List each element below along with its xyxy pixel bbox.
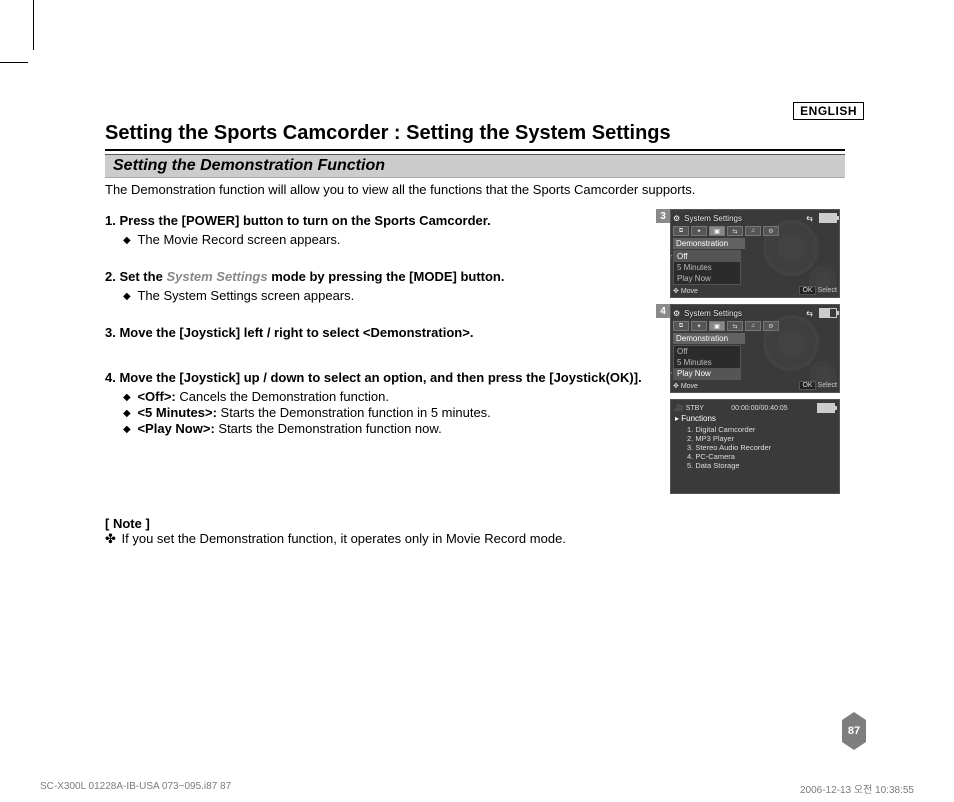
step-4-head: Move the [Joystick] up / down to select … [119,370,641,385]
step-2-head: Set the System Settings mode by pressing… [119,269,504,284]
opt-5min-label: <5 Minutes>: [137,405,216,420]
figures-column: 3 ⚙ System Settings ⇆ ⧉ ✦ ▣ ⇆ ♫ [670,209,845,500]
screen-title-3: System Settings [684,214,802,223]
move-hint-4: ✥ Move [673,382,698,390]
figure-3-number: 3 [656,209,670,223]
step-1-head: Press the [POWER] button to turn on the … [119,213,490,228]
opt-off-label: <Off>: [137,389,175,404]
lcd-screen-4: ⚙ System Settings ⇆ ⧉ ✦ ▣ ⇆ ♫ ⚙ Demonstr… [670,304,840,393]
step-1: Press the [POWER] button to turn on the … [105,213,665,247]
tab-icon: ⧉ [673,321,689,331]
crop-mark-vertical [33,0,34,50]
note-body: If you set the Demonstration function, i… [105,531,665,547]
demo-item: 5. Data Storage [687,461,837,470]
usb-icon: ⇆ [806,214,813,223]
stby-label: STBY [686,405,704,412]
page-title: Setting the Sports Camcorder : Setting t… [105,122,845,151]
tab-icon: ▣ [709,226,725,236]
gear-icon: ⚙ [673,214,680,223]
battery-icon [819,308,837,318]
lcd-screen-demo: 🎥 STBY 00:00:00/00:40:05 ▸ Functions 1. … [670,399,840,494]
demo-item: 2. MP3 Player [687,434,837,443]
step-2-em: System Settings [166,269,267,284]
footer-right: 2006-12-13 오전 10:38:55 [800,781,914,796]
battery-icon [819,213,837,223]
menu-item-playnow: Play Now [674,368,740,379]
step-3: Move the [Joystick] left / right to sele… [105,325,665,340]
gear-icon: ⚙ [673,309,680,318]
demo-item: 4. PC-Camera [687,452,837,461]
crop-mark-horizontal [0,62,28,63]
opt-off-desc: Cancels the Demonstration function. [176,389,389,404]
step-2-pre: Set the [119,269,166,284]
subsection-title: Setting the Demonstration Function [105,154,845,178]
menu-3: Off 5 Minutes Play Now [673,250,741,285]
step-4-opt-5min: <5 Minutes>: Starts the Demonstration fu… [123,405,665,420]
opt-5min-desc: Starts the Demonstration function in 5 m… [217,405,491,420]
menu-item-off: Off [674,346,740,357]
step-2-bullet: The System Settings screen appears. [123,288,665,303]
menu-section-label-4: Demonstration [673,333,745,344]
tab-icon: ♫ [745,226,761,236]
lcd-screen-3: ⚙ System Settings ⇆ ⧉ ✦ ▣ ⇆ ♫ ⚙ Demonstr… [670,209,840,298]
opt-playnow-label: <Play Now>: [137,421,214,436]
step-2: Set the System Settings mode by pressing… [105,269,665,303]
menu-item-5min: 5 Minutes [674,262,740,273]
menu-item-playnow: Play Now [674,273,740,284]
footer-left: SC-X300L 01228A-IB-USA 073~095.i87 87 [40,781,231,796]
step-3-head: Move the [Joystick] left / right to sele… [119,325,473,340]
tab-icon: ⇆ [727,321,743,331]
tab-icon: ✦ [691,321,707,331]
menu-item-5min: 5 Minutes [674,357,740,368]
gear-bg-icon [767,224,837,294]
page-number-badge: 87 [842,720,866,742]
step-1-bullet: The Movie Record screen appears. [123,232,665,247]
tab-icon: ⧉ [673,226,689,236]
tab-icon: ▣ [709,321,725,331]
menu-section-label-3: Demonstration [673,238,745,249]
step-4-opt-playnow: <Play Now>: Starts the Demonstration fun… [123,421,665,436]
step-4-opt-off: <Off>: Cancels the Demonstration functio… [123,389,665,404]
tab-icon: ⇆ [727,226,743,236]
timecode: 00:00:00/00:40:05 [731,405,787,412]
opt-playnow-desc: Starts the Demonstration function now. [215,421,442,436]
note-heading: [ Note ] [105,516,665,531]
step-2-post: mode by pressing the [MODE] button. [268,269,505,284]
camcorder-icon: 🎥 STBY [675,404,704,412]
demo-item: 1. Digital Camcorder [687,425,837,434]
footer: SC-X300L 01228A-IB-USA 073~095.i87 87 20… [40,781,914,796]
demo-functions-title: ▸ Functions [673,414,837,423]
menu-item-off: Off [674,251,740,262]
page-content: Setting the Sports Camcorder : Setting t… [105,122,845,547]
move-hint-3: ✥ Move [673,287,698,295]
gear-bg-icon [767,319,837,389]
move-label: Move [681,288,698,295]
battery-icon [817,403,835,413]
move-label: Move [681,383,698,390]
menu-4: Off 5 Minutes Play Now [673,345,741,380]
figure-4: 4 ⚙ System Settings ⇆ ⧉ ✦ ▣ ⇆ ♫ [670,304,845,393]
usb-icon: ⇆ [806,309,813,318]
demo-function-list: 1. Digital Camcorder 2. MP3 Player 3. St… [677,425,837,470]
steps-column: Press the [POWER] button to turn on the … [105,213,665,547]
tab-icon: ♫ [745,321,761,331]
tab-icon: ✦ [691,226,707,236]
step-4: Move the [Joystick] up / down to select … [105,370,665,436]
functions-label: Functions [681,414,716,423]
demo-item: 3. Stereo Audio Recorder [687,443,837,452]
intro-text: The Demonstration function will allow yo… [105,182,845,197]
figure-demo: 🎥 STBY 00:00:00/00:40:05 ▸ Functions 1. … [670,399,845,494]
screen-title-4: System Settings [684,309,802,318]
language-badge: ENGLISH [793,102,864,120]
figure-3: 3 ⚙ System Settings ⇆ ⧉ ✦ ▣ ⇆ ♫ [670,209,845,298]
figure-4-number: 4 [656,304,670,318]
